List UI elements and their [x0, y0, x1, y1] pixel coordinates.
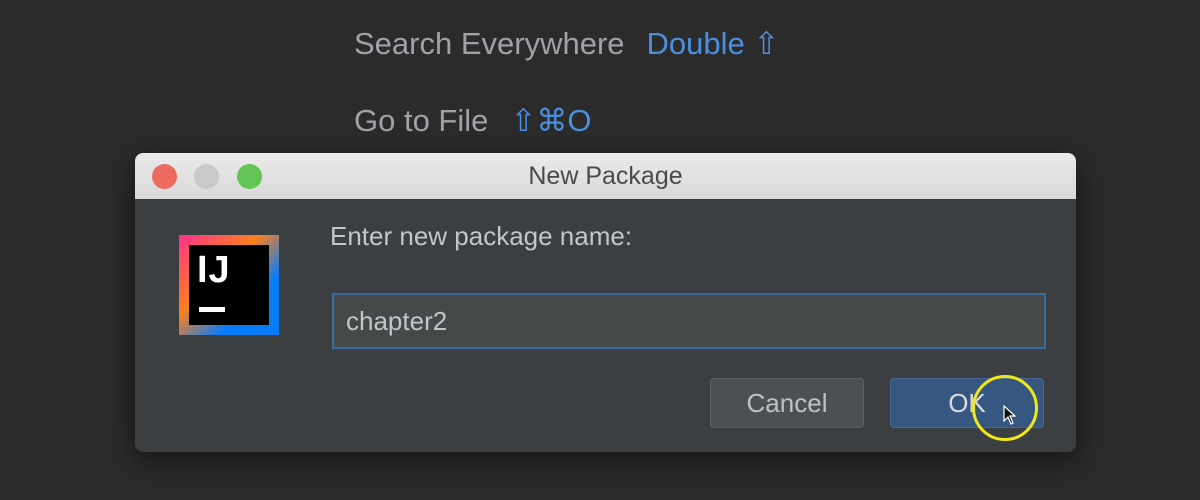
package-name-input[interactable]	[332, 293, 1046, 349]
maximize-window-button[interactable]	[237, 164, 262, 189]
cancel-button[interactable]: Cancel	[710, 378, 864, 428]
dialog-titlebar[interactable]: New Package	[135, 153, 1076, 199]
logo-bar	[199, 307, 225, 312]
dialog-title: New Package	[528, 161, 683, 190]
minimize-window-button[interactable]	[194, 164, 219, 189]
go-to-file-hint: Go to File ⇧⌘O	[354, 103, 591, 139]
hint-label: Search Everywhere	[354, 26, 625, 61]
new-package-dialog: New Package IJ Enter new package name: C…	[135, 153, 1076, 452]
hint-shortcut: Double ⇧	[646, 26, 780, 61]
intellij-logo-icon: IJ	[179, 235, 279, 335]
search-everywhere-hint: Search Everywhere Double ⇧	[354, 26, 779, 62]
package-name-prompt: Enter new package name:	[330, 221, 633, 251]
hint-label: Go to File	[354, 103, 489, 138]
hint-shortcut: ⇧⌘O	[510, 103, 592, 138]
close-window-button[interactable]	[152, 164, 177, 189]
mouse-cursor-icon	[1003, 405, 1017, 425]
logo-text: IJ	[197, 249, 231, 291]
